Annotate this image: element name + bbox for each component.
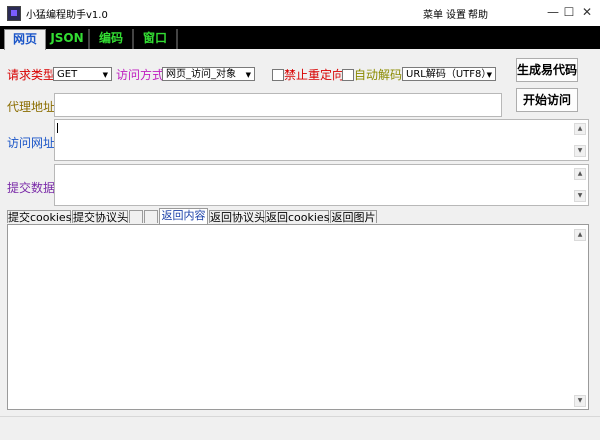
scroll-up-icon[interactable]: ▲: [574, 168, 586, 180]
close-button[interactable]: ✕: [577, 4, 597, 20]
tab-response-cookies[interactable]: 返回cookies: [265, 210, 329, 224]
no-redirect-label[interactable]: 禁止重定向: [284, 66, 344, 83]
close-icon: ✕: [581, 5, 593, 19]
scroll-down-icon[interactable]: ▼: [574, 190, 586, 202]
scroll-down-icon[interactable]: ▼: [574, 145, 586, 157]
tab-submit-headers[interactable]: 提交协议头: [72, 210, 128, 224]
tab-response-content[interactable]: 返回内容: [159, 208, 208, 224]
access-method-select[interactable]: 网页_访问_对象 ▼: [162, 67, 255, 81]
start-access-button[interactable]: 开始访问: [516, 88, 578, 112]
response-content-area[interactable]: ▲ ▼: [7, 224, 589, 410]
scroll-up-icon[interactable]: ▲: [574, 123, 586, 135]
minimize-icon: —: [547, 5, 559, 19]
access-method-value: 网页_访问_对象: [166, 69, 236, 80]
menu-item-settings[interactable]: 设置: [446, 6, 466, 21]
no-redirect-checkbox[interactable]: [272, 69, 284, 81]
maximize-icon: ☐: [563, 5, 575, 19]
chevron-down-icon: ▼: [102, 71, 108, 79]
post-data-label: 提交数据: [7, 181, 56, 195]
post-data-textarea[interactable]: ▲ ▼: [54, 164, 589, 206]
tab-blank-1[interactable]: [129, 210, 143, 223]
tab-json[interactable]: JSON: [46, 29, 90, 49]
generate-code-button[interactable]: 生成易代码: [516, 58, 578, 82]
method-select[interactable]: GET ▼: [53, 67, 112, 81]
scroll-up-icon[interactable]: ▲: [574, 229, 586, 241]
decode-select[interactable]: URL解码（UTF8） ▼: [402, 67, 496, 81]
method-value: GET: [57, 69, 78, 80]
url-textarea[interactable]: ▲ ▼: [54, 119, 589, 161]
method-label: 请求类型: [7, 68, 56, 82]
tab-encoding[interactable]: 编码: [90, 29, 134, 49]
scroll-down-icon[interactable]: ▼: [574, 395, 586, 407]
tab-webpage[interactable]: 网页: [4, 29, 46, 50]
access-method-label: 访问方式: [116, 68, 165, 82]
menu-item-help[interactable]: 帮助: [468, 6, 488, 21]
maximize-button[interactable]: ☐: [559, 4, 579, 20]
tab-response-headers[interactable]: 返回协议头: [209, 210, 265, 224]
app-icon: [7, 6, 21, 21]
proxy-label: 代理地址: [7, 100, 56, 114]
tab-window[interactable]: 窗口: [134, 29, 178, 49]
text-cursor: [57, 123, 58, 133]
tab-submit-cookies[interactable]: 提交cookies: [7, 210, 71, 224]
tab-blank-2[interactable]: [144, 210, 158, 223]
auto-decode-checkbox[interactable]: [342, 69, 354, 81]
window-title: 小猛编程助手v1.0: [26, 10, 108, 21]
menu-item-menu[interactable]: 菜单: [423, 6, 443, 21]
decode-value: URL解码（UTF8）: [406, 69, 492, 80]
status-bar: [0, 416, 600, 440]
chevron-down-icon: ▼: [486, 71, 492, 79]
proxy-input[interactable]: [54, 93, 502, 117]
auto-decode-label[interactable]: 自动解码: [354, 66, 402, 83]
tab-response-image[interactable]: 返回图片: [330, 210, 377, 224]
url-label: 访问网址: [7, 136, 56, 150]
chevron-down-icon: ▼: [245, 71, 251, 79]
